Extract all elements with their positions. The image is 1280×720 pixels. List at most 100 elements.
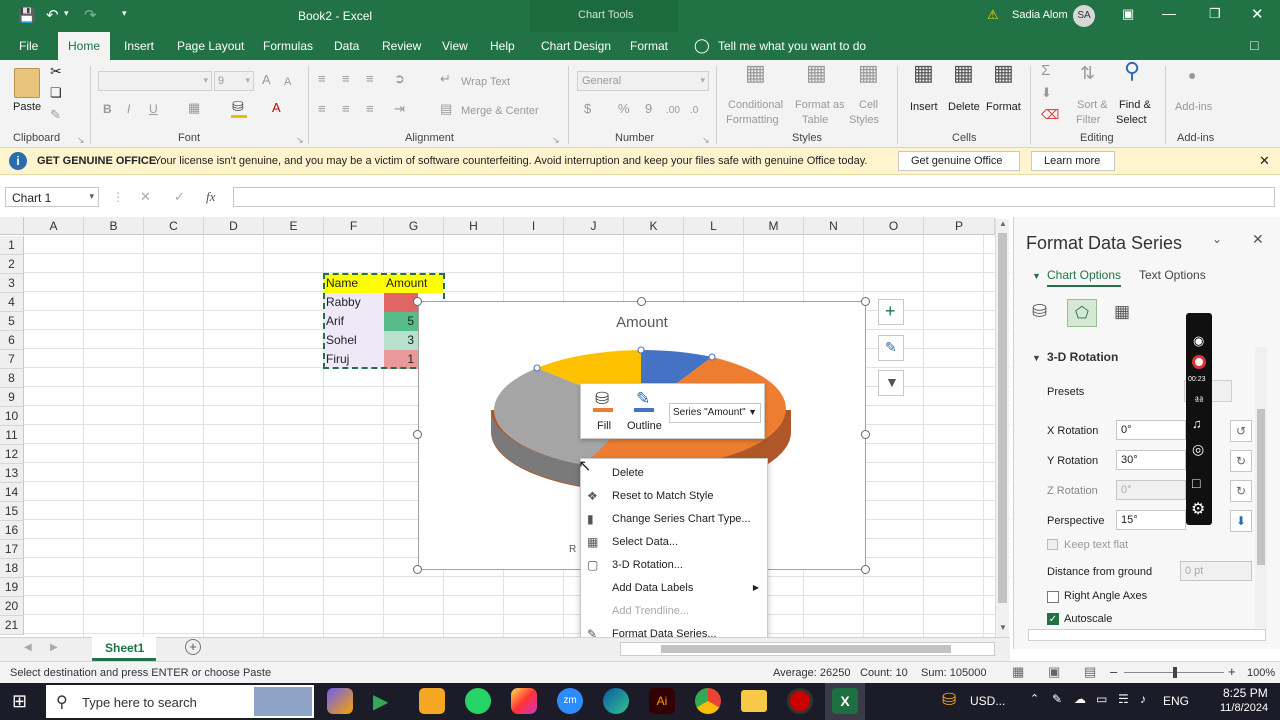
speaker-icon[interactable]: ♫ — [1192, 416, 1202, 431]
row-header-4[interactable]: 4 — [0, 293, 24, 312]
zoom-in-icon[interactable]: + — [1228, 664, 1236, 679]
chart-handle-tl[interactable] — [413, 297, 422, 306]
wifi-icon[interactable]: ☴ — [1118, 692, 1129, 706]
undo-dropdown-icon[interactable]: ▾ — [64, 8, 69, 19]
chart-styles-button[interactable]: ✎ — [878, 335, 904, 361]
chrome-icon[interactable] — [695, 688, 721, 714]
format-painter-icon[interactable]: ✎ — [50, 108, 61, 122]
comma-icon[interactable]: 9 — [645, 102, 652, 116]
show-hidden-icons[interactable]: ⌃ — [1030, 692, 1039, 705]
row-header-14[interactable]: 14 — [0, 483, 24, 502]
italic-icon[interactable]: I — [127, 102, 130, 116]
cloud-icon[interactable]: ☁ — [1074, 692, 1086, 706]
close-warning-icon[interactable]: ✕ — [1259, 153, 1270, 169]
column-header-f[interactable]: F — [324, 217, 384, 235]
scroll-up-icon[interactable]: ▲ — [999, 219, 1007, 228]
insert-cells-button[interactable]: Insert — [910, 100, 938, 114]
chart-filters-button[interactable]: ▼ — [878, 370, 904, 396]
add-ins-icon[interactable]: ● — [1188, 68, 1196, 82]
row-header-1[interactable]: 1 — [0, 236, 24, 255]
delete-cells-button[interactable]: Delete — [948, 100, 980, 114]
row-header-3[interactable]: 3 — [0, 274, 24, 293]
row-header-7[interactable]: 7 — [0, 350, 24, 369]
paste-button[interactable]: Paste — [13, 100, 41, 114]
paste-icon[interactable] — [14, 68, 40, 98]
status-average[interactable]: Average: 26250 — [773, 667, 850, 679]
tab-help[interactable]: Help — [490, 39, 515, 53]
keep-text-flat-checkbox[interactable] — [1047, 539, 1058, 550]
wrap-text-icon[interactable]: ↵ — [440, 72, 451, 86]
merge-icon[interactable]: ▤ — [440, 102, 452, 116]
column-header-g[interactable]: G — [384, 217, 444, 235]
tab-page-layout[interactable]: Page Layout — [177, 39, 244, 53]
percent-icon[interactable]: % — [618, 102, 630, 116]
zoom-out-icon[interactable]: – — [1110, 664, 1117, 679]
find-select-icon[interactable]: ⚲ — [1124, 60, 1140, 82]
tab-chart-options[interactable]: Chart Options — [1047, 268, 1122, 287]
pane-scrollbar[interactable] — [1255, 347, 1267, 629]
enter-formula-icon[interactable]: ✓ — [174, 189, 185, 205]
microphone-icon[interactable]: ⎂ — [1194, 391, 1204, 407]
webcam-icon[interactable]: ◎ — [1192, 441, 1204, 458]
indent-icon[interactable]: ⇥ — [394, 102, 405, 116]
tab-review[interactable]: Review — [382, 39, 421, 53]
align-middle-icon[interactable]: ≡ — [342, 72, 350, 86]
language-indicator[interactable]: ENG — [1163, 694, 1189, 708]
find-select-label2[interactable]: Select — [1116, 113, 1147, 127]
y-rotation-input[interactable]: 30° — [1116, 450, 1186, 470]
font-launcher-icon[interactable]: ↘ — [296, 133, 304, 147]
edge-icon[interactable] — [603, 688, 629, 714]
borders-icon[interactable]: ▦ — [188, 101, 200, 115]
user-name[interactable]: Sadia Alom — [1012, 9, 1068, 21]
fill-line-icon[interactable]: ⛁ — [1032, 301, 1047, 322]
legend-partial[interactable]: R — [569, 544, 576, 555]
sheet-tab-sheet1[interactable]: Sheet1 — [92, 637, 156, 661]
customize-qat-icon[interactable]: ▾ — [122, 8, 127, 19]
fill-icon[interactable]: ⬇ — [1041, 86, 1052, 100]
row-header-6[interactable]: 6 — [0, 331, 24, 350]
insert-function-icon[interactable]: fx — [206, 189, 215, 205]
camera-icon[interactable]: ◉ — [1193, 333, 1204, 349]
page-break-view-icon[interactable]: ▤ — [1084, 664, 1096, 680]
learn-more-button[interactable]: Learn more — [1031, 151, 1115, 171]
context-menu-item-add-trendline[interactable]: Add Trendline... — [581, 600, 767, 622]
instagram-icon[interactable] — [511, 688, 537, 714]
fill-button[interactable]: Fill — [597, 420, 611, 432]
column-header-o[interactable]: O — [864, 217, 924, 235]
z-rotation-input[interactable]: 0° — [1116, 480, 1186, 500]
tab-view[interactable]: View — [442, 39, 468, 53]
undo-icon[interactable]: ↶ — [46, 6, 59, 24]
save-icon[interactable]: 💾 — [18, 7, 35, 24]
prev-sheet-icon[interactable]: ◀ — [24, 642, 32, 653]
pane-scroll-thumb[interactable] — [1257, 409, 1265, 565]
normal-view-icon[interactable]: ▦ — [1012, 664, 1024, 680]
tell-me-search[interactable]: Tell me what you want to do — [718, 39, 866, 53]
conditional-formatting-label1[interactable]: Conditional — [728, 98, 783, 112]
zoom-slider-thumb[interactable] — [1173, 667, 1177, 678]
outline-button[interactable]: Outline — [627, 420, 662, 432]
chart-handle-br[interactable] — [861, 565, 870, 574]
autoscale-checkbox[interactable]: ✓ — [1047, 613, 1059, 625]
sort-filter-icon[interactable]: ⇅ — [1080, 64, 1095, 82]
settings-gear-icon[interactable]: ⚙ — [1191, 499, 1205, 519]
status-count[interactable]: Count: 10 — [860, 667, 908, 679]
clock-date[interactable]: 11/8/2024 — [1220, 702, 1268, 714]
minimize-icon[interactable]: — — [1162, 5, 1176, 21]
row-header-10[interactable]: 10 — [0, 407, 24, 426]
column-header-p[interactable]: P — [924, 217, 995, 235]
cell-g5[interactable]: 5 — [384, 312, 418, 331]
column-header-c[interactable]: C — [144, 217, 204, 235]
delete-cells-icon[interactable]: ▦ — [953, 62, 974, 84]
column-header-m[interactable]: M — [744, 217, 804, 235]
row-header-5[interactable]: 5 — [0, 312, 24, 331]
redo-icon[interactable]: ↷ — [84, 6, 97, 24]
rotate-clockwise-icon[interactable]: ↻ — [1230, 480, 1252, 502]
cut-icon[interactable]: ✂ — [50, 64, 62, 78]
column-header-i[interactable]: I — [504, 217, 564, 235]
volume-icon[interactable]: ♪ — [1140, 692, 1146, 706]
cell-f6[interactable]: Sohel — [324, 331, 384, 350]
align-bottom-icon[interactable]: ≡ — [366, 72, 374, 86]
effects-tab[interactable]: ⬠ — [1067, 299, 1097, 327]
excel-taskbar-active[interactable]: X — [825, 683, 865, 720]
context-menu-item-delete[interactable]: Delete — [581, 462, 767, 484]
